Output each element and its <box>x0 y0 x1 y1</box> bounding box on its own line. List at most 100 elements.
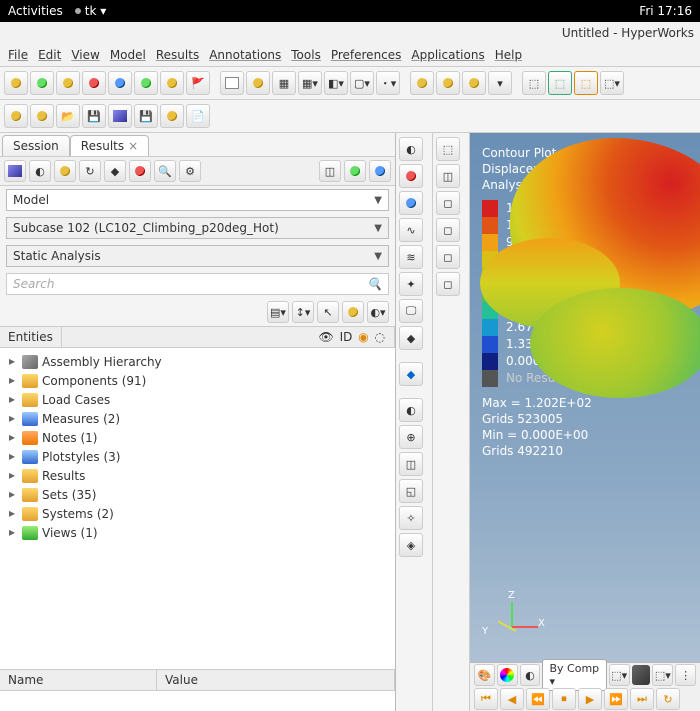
tree-item[interactable]: ▸Systems (2) <box>6 504 389 523</box>
vb-wire1[interactable]: ⬚▾ <box>609 664 630 686</box>
tb-open[interactable] <box>4 71 28 95</box>
vt1-d[interactable]: ∿ <box>399 218 423 242</box>
col-color-icon[interactable]: ◉ <box>358 330 368 344</box>
tb-mesh2[interactable]: ▦▾ <box>298 71 322 95</box>
tree-item[interactable]: ▸Plotstyles (3) <box>6 447 389 466</box>
tb-window3[interactable]: ⬚ <box>574 71 598 95</box>
play-first[interactable]: ⏮ <box>474 688 498 710</box>
tb-view1[interactable]: ◧▾ <box>324 71 348 95</box>
tree-item[interactable]: ▸Notes (1) <box>6 428 389 447</box>
app-menu[interactable]: tk ▾ <box>85 4 107 18</box>
col-extra-icon[interactable]: ◌ <box>375 330 385 344</box>
tb-color2[interactable] <box>108 71 132 95</box>
tb-flag[interactable]: 🚩 <box>186 71 210 95</box>
menu-annotations[interactable]: Annotations <box>207 46 283 64</box>
tb-new[interactable] <box>30 71 54 95</box>
panel-btn-3[interactable] <box>54 160 76 182</box>
filter-4[interactable] <box>342 301 364 323</box>
vt1-m[interactable]: ◱ <box>399 479 423 503</box>
tb2-a[interactable] <box>4 104 28 128</box>
menu-file[interactable]: File <box>6 46 30 64</box>
tb2-c[interactable]: 📂 <box>56 104 80 128</box>
tree-item[interactable]: ▸Assembly Hierarchy <box>6 352 389 371</box>
col-visibility-icon[interactable]: 👁 <box>319 330 334 344</box>
tb-window2[interactable]: ⬚ <box>548 71 572 95</box>
filter-2[interactable]: ↕▾ <box>292 301 314 323</box>
tree-item[interactable]: ▸Views (1) <box>6 523 389 542</box>
panel-btn-6[interactable] <box>129 160 151 182</box>
activities-button[interactable]: Activities <box>8 4 63 18</box>
panel-btn-2[interactable]: ◐ <box>29 160 51 182</box>
panel-btn-4[interactable]: ↻ <box>79 160 101 182</box>
tb2-b[interactable] <box>30 104 54 128</box>
vt1-o[interactable]: ◈ <box>399 533 423 557</box>
tb-element[interactable] <box>220 71 244 95</box>
vt1-h[interactable]: ◆ <box>399 326 423 350</box>
tab-session[interactable]: Session <box>2 135 70 156</box>
menu-edit[interactable]: Edit <box>36 46 63 64</box>
vb-palette[interactable]: 🎨 <box>474 664 495 686</box>
vt1-l[interactable]: ◫ <box>399 452 423 476</box>
vt1-b[interactable] <box>399 164 423 188</box>
tb-color3[interactable] <box>134 71 158 95</box>
play-last[interactable]: ⏭ <box>630 688 654 710</box>
tb2-e[interactable] <box>108 104 132 128</box>
menu-results[interactable]: Results <box>154 46 201 64</box>
model-selector[interactable]: Model ▼ <box>6 189 389 211</box>
vb-opt[interactable]: ⋮ <box>675 664 696 686</box>
filter-1[interactable]: ▤▾ <box>267 301 289 323</box>
vt1-a[interactable]: ◐ <box>399 137 423 161</box>
vt1-f[interactable]: ✦ <box>399 272 423 296</box>
panel-btn-11[interactable] <box>369 160 391 182</box>
vt1-k[interactable]: ⊕ <box>399 425 423 449</box>
menu-applications[interactable]: Applications <box>409 46 486 64</box>
tree-item[interactable]: ▸Measures (2) <box>6 409 389 428</box>
vb-wire2[interactable]: ⬚▾ <box>652 664 673 686</box>
vb-shade[interactable]: ◐ <box>520 664 541 686</box>
panel-btn-8[interactable]: ⚙ <box>179 160 201 182</box>
play-play[interactable]: ▶ <box>578 688 602 710</box>
filter-3[interactable]: ↖ <box>317 301 339 323</box>
tb-window1[interactable]: ⬚ <box>522 71 546 95</box>
menu-tools[interactable]: Tools <box>289 46 323 64</box>
menu-view[interactable]: View <box>69 46 101 64</box>
play-prev[interactable]: ◀ <box>500 688 524 710</box>
tb2-h[interactable]: 📄 <box>186 104 210 128</box>
tb-color4[interactable] <box>160 71 184 95</box>
play-fwd[interactable]: ⏩ <box>604 688 628 710</box>
menu-preferences[interactable]: Preferences <box>329 46 404 64</box>
tb-set4[interactable]: ▾ <box>488 71 512 95</box>
play-stop[interactable]: ⏹ <box>552 688 576 710</box>
play-loop[interactable]: ↻ <box>656 688 680 710</box>
search-input[interactable]: Search 🔍 <box>6 273 389 295</box>
panel-btn-1[interactable] <box>4 160 26 182</box>
tb-set3[interactable] <box>462 71 486 95</box>
tb-set2[interactable] <box>436 71 460 95</box>
panel-btn-7[interactable]: 🔍 <box>154 160 176 182</box>
tb-save[interactable] <box>56 71 80 95</box>
tb-view2[interactable]: ▢▾ <box>350 71 374 95</box>
col-id-icon[interactable]: ID <box>340 330 353 344</box>
vt1-g[interactable]: 🖵 <box>399 299 423 323</box>
tab-results[interactable]: Results× <box>70 135 149 156</box>
tb-window4[interactable]: ⬚▾ <box>600 71 624 95</box>
panel-btn-9[interactable]: ◫ <box>319 160 341 182</box>
vt1-i[interactable]: ◆ <box>399 362 423 386</box>
vt1-e[interactable]: ≋ <box>399 245 423 269</box>
entities-header[interactable]: Entities <box>0 327 62 347</box>
vt1-n[interactable]: ✧ <box>399 506 423 530</box>
tb-set1[interactable] <box>410 71 434 95</box>
panel-btn-5[interactable]: ◆ <box>104 160 126 182</box>
analysis-selector[interactable]: Static Analysis ▼ <box>6 245 389 267</box>
tree-item[interactable]: ▸Sets (35) <box>6 485 389 504</box>
tb-view3[interactable]: ・▾ <box>376 71 400 95</box>
tb-mesh1[interactable]: ▦ <box>272 71 296 95</box>
play-rew[interactable]: ⏪ <box>526 688 550 710</box>
tree-item[interactable]: ▸Results <box>6 466 389 485</box>
panel-btn-10[interactable] <box>344 160 366 182</box>
tb-folder[interactable] <box>246 71 270 95</box>
vb-render[interactable] <box>632 665 651 685</box>
menu-help[interactable]: Help <box>493 46 524 64</box>
vt1-j[interactable]: ◐ <box>399 398 423 422</box>
vb-sphere[interactable] <box>497 664 518 686</box>
